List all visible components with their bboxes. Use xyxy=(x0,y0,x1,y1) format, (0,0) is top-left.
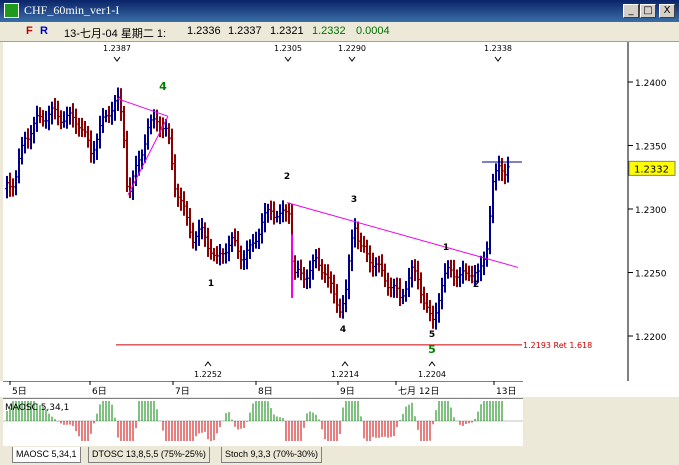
price-axis: 1.2400 1.2350 1.2300 1.2250 1.2200 1.2193 Ret… xyxy=(523,42,679,381)
osc-label: MAOSC 5,34,1 xyxy=(5,403,69,413)
top-price-label: 1.2290 xyxy=(338,44,366,53)
bar-low: 1.2321 xyxy=(270,25,304,37)
oscillator-canvas: MAOSC 5,34,1 xyxy=(3,401,523,441)
date-label: 13日 xyxy=(496,386,516,397)
up-arrow-icon xyxy=(204,361,212,367)
price-chart-canvas: 1.2387 1.2305 1.2290 1.2338 1.2252 1.2214 1.22… xyxy=(5,44,598,379)
down-arrow-icon xyxy=(113,56,121,62)
wave-label: 5 xyxy=(429,330,435,340)
bar-change: 0.0004 xyxy=(356,25,390,37)
tab-stoch[interactable]: Stoch 9,3,3 (70%-30%) xyxy=(221,447,323,463)
wave-label-green: 5 xyxy=(428,343,436,356)
chart-window: CHF_60min_ver1-I _ □ X F R 13-七月-04 星期二 … xyxy=(0,0,679,465)
wave-label: 2 xyxy=(473,280,479,290)
bottom-price-label: 1.2214 xyxy=(331,370,359,379)
down-arrow-icon xyxy=(494,56,502,62)
current-price-label: 1.2332 xyxy=(634,164,669,175)
price-chart[interactable]: 1.2387 1.2305 1.2290 1.2338 1.2252 1.2214 1.22… xyxy=(3,42,598,381)
oscillator-panel[interactable]: MAOSC 5,34,1 xyxy=(3,398,523,446)
wave-label-green: 4 xyxy=(159,80,167,93)
top-price-label: 1.2387 xyxy=(103,44,131,53)
f-indicator[interactable]: F xyxy=(26,25,33,37)
top-price-label: 1.2338 xyxy=(484,44,512,53)
date-axis-canvas: 5日 6日 7日 8日 9日 七月 12日 13日 xyxy=(3,380,523,397)
trendline-down xyxy=(286,202,519,268)
down-arrow-icon xyxy=(348,56,356,62)
bar-close: 1.2332 xyxy=(312,25,346,37)
bar-date: 13-七月-04 星期二 1: xyxy=(64,28,167,40)
window-title: CHF_60min_ver1-I xyxy=(24,3,120,17)
wave-label: 2 xyxy=(284,172,290,182)
bar-high: 1.2337 xyxy=(228,25,262,37)
close-button[interactable]: X xyxy=(659,4,675,18)
top-price-label: 1.2305 xyxy=(274,44,302,53)
date-label: 5日 xyxy=(12,386,27,397)
date-label: 6日 xyxy=(92,386,107,397)
price-info-bar: F R 13-七月-04 星期二 1: 1.2336 1.2337 1.2321… xyxy=(0,22,679,42)
maximize-button[interactable]: □ xyxy=(640,4,656,18)
price-tick-label: 1.2300 xyxy=(635,206,667,216)
down-arrow-icon xyxy=(284,56,292,62)
wave-label: 3 xyxy=(351,195,357,205)
price-tick-label: 1.2250 xyxy=(635,270,667,280)
r-indicator[interactable]: R xyxy=(40,25,48,37)
bottom-price-label: 1.2252 xyxy=(194,370,222,379)
up-arrow-icon xyxy=(341,361,349,367)
price-tick-label: 1.2350 xyxy=(635,143,667,153)
wave-label: 4 xyxy=(340,325,346,335)
price-tick-label: 1.2200 xyxy=(635,333,667,343)
bar-open: 1.2336 xyxy=(187,25,221,37)
minimize-button[interactable]: _ xyxy=(623,4,639,18)
date-label: 七月 12日 xyxy=(398,386,439,397)
up-arrow-icon xyxy=(428,361,436,367)
target-down-label: 1.2193 Ret 1.618 xyxy=(523,341,592,350)
date-label: 9日 xyxy=(340,386,355,397)
date-label: 8日 xyxy=(258,386,273,397)
tab-maosc[interactable]: MAOSC 5,34,1 xyxy=(12,447,81,463)
tab-dtosc[interactable]: DTOSC 13,8,5,5 (75%-25%) xyxy=(88,447,210,463)
app-icon xyxy=(4,3,19,18)
bottom-price-label: 1.2204 xyxy=(418,370,446,379)
price-axis-canvas: 1.2400 1.2350 1.2300 1.2250 1.2200 1.2193 Ret… xyxy=(523,42,676,381)
wave-label: 1 xyxy=(443,243,449,253)
title-bar[interactable]: CHF_60min_ver1-I _ □ X xyxy=(0,0,679,22)
date-axis: 5日 6日 7日 8日 9日 七月 12日 13日 xyxy=(0,380,679,397)
price-tick-label: 1.2400 xyxy=(635,79,667,89)
indicator-tab-bar: MAOSC 5,34,1 DTOSC 13,8,5,5 (75%-25%) St… xyxy=(0,446,679,465)
wave-label: 1 xyxy=(208,279,214,289)
date-label: 7日 xyxy=(175,386,190,397)
